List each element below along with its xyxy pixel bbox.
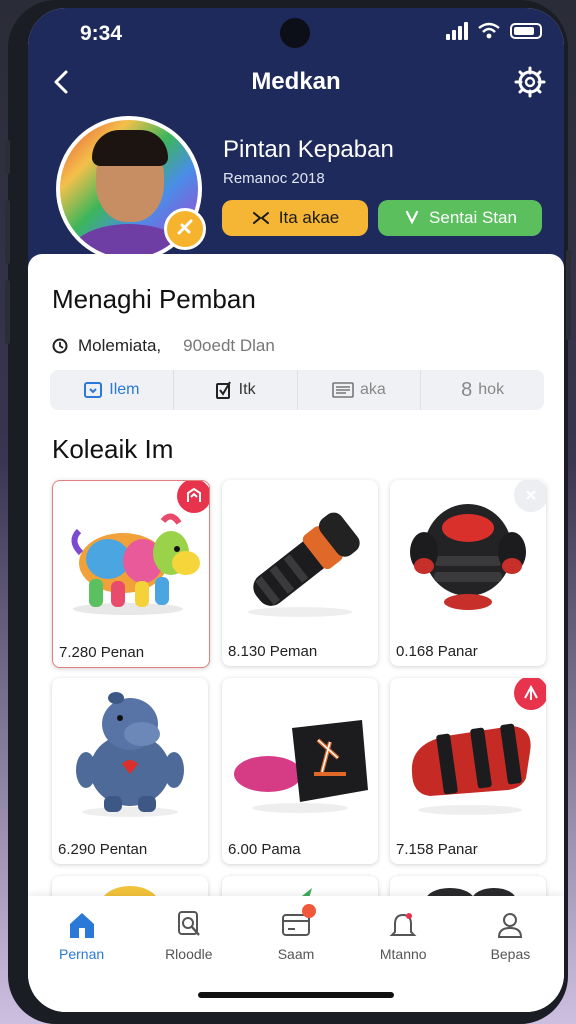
power-button bbox=[566, 250, 571, 340]
collection-card[interactable]: 0.168 Panar bbox=[390, 480, 546, 666]
tab-check-label: Itk bbox=[238, 381, 256, 398]
tab-card-label: Saam bbox=[277, 946, 315, 962]
volume-up-button bbox=[5, 200, 10, 264]
clock-icon bbox=[52, 338, 68, 354]
card-caption: 7.280 Penan bbox=[59, 644, 145, 661]
nav-bar: Medkan bbox=[28, 60, 564, 104]
check-icon bbox=[215, 381, 231, 399]
black-orange-toy-blaster-image bbox=[248, 512, 360, 617]
status-time: 9:34 bbox=[80, 22, 123, 45]
phone-frame: 9:34 Medkan Pintan Kepaban Remanoc 2018 … bbox=[5, 0, 571, 1024]
tab-list-label: aka bbox=[359, 381, 386, 398]
list-icon bbox=[332, 382, 354, 398]
profile-name: Pintan Kepaban bbox=[223, 136, 394, 163]
tab-list[interactable]: aka bbox=[298, 370, 422, 410]
volume-down-button bbox=[5, 280, 10, 344]
side-button bbox=[5, 140, 10, 174]
secondary-action-label: Sentai Stan bbox=[429, 208, 517, 227]
home-indicator[interactable] bbox=[198, 992, 394, 998]
section-meta: Molemiata, 90oedt Dlan bbox=[52, 336, 275, 356]
meta-right: 90oedt Dlan bbox=[183, 336, 275, 355]
alert-badge[interactable] bbox=[514, 678, 546, 710]
close-icon bbox=[526, 490, 536, 500]
link-icon bbox=[252, 212, 269, 224]
tab-search-label: Rloodle bbox=[165, 946, 213, 962]
wifi-icon bbox=[478, 22, 500, 39]
primary-action-label: Ita akae bbox=[278, 208, 340, 227]
up-arrow-icon bbox=[524, 684, 538, 700]
status-bar: 9:34 bbox=[28, 16, 564, 56]
gear-icon[interactable] bbox=[512, 64, 548, 100]
status-icons bbox=[446, 22, 542, 40]
screen: 9:34 Medkan Pintan Kepaban Remanoc 2018 … bbox=[28, 8, 564, 1012]
tab-home-label: Pernan bbox=[59, 946, 105, 962]
collection-title: Koleaik Im bbox=[52, 434, 174, 464]
tab-count-label: hok bbox=[478, 381, 505, 398]
card-caption: 7.158 Panar bbox=[396, 841, 478, 858]
segment-tabs: Ilem Itk aka 8 hok bbox=[50, 370, 544, 410]
home-icon bbox=[69, 913, 94, 938]
card-caption: 6.00 Pama bbox=[228, 841, 301, 858]
grid-icon bbox=[84, 382, 103, 398]
tab-notifications-label: Mtanno bbox=[379, 946, 427, 962]
tab-profile[interactable]: Bepas bbox=[457, 896, 564, 1012]
tab-count[interactable]: 8 hok bbox=[421, 370, 544, 410]
tab-profile-label: Bepas bbox=[490, 946, 531, 962]
bell-icon bbox=[389, 913, 417, 936]
tab-count-number: 8 bbox=[461, 378, 473, 401]
collection-card[interactable]: 6.290 Pentan bbox=[52, 678, 208, 864]
section-title: Menaghi Pemban bbox=[52, 284, 256, 314]
card-caption: 6.290 Pentan bbox=[58, 841, 148, 858]
collection-card[interactable]: 8.130 Peman bbox=[222, 480, 378, 666]
tab-home[interactable]: Pernan bbox=[28, 896, 135, 1012]
avatar-edit-badge[interactable] bbox=[164, 208, 206, 250]
card-caption: 0.168 Panar bbox=[396, 643, 478, 660]
pencil-icon bbox=[405, 210, 419, 225]
search-doc-icon bbox=[177, 911, 200, 936]
person-icon bbox=[498, 913, 523, 938]
tag-icon bbox=[187, 487, 201, 502]
collection-card[interactable]: 7.280 Penan bbox=[52, 480, 210, 668]
tab-items[interactable]: Ilem bbox=[50, 370, 174, 410]
primary-action-button[interactable]: Ita akae bbox=[222, 200, 368, 236]
battery-icon bbox=[510, 23, 542, 39]
profile-subtitle: Remanoc 2018 bbox=[223, 170, 325, 187]
page-title: Medkan bbox=[251, 68, 341, 95]
blue-hippo-plush-image bbox=[76, 692, 184, 817]
close-badge[interactable] bbox=[514, 480, 546, 512]
tab-items-label: Ilem bbox=[109, 381, 140, 398]
camera-notch bbox=[280, 18, 310, 48]
card-caption: 8.130 Peman bbox=[228, 643, 318, 660]
puzzle-icon bbox=[177, 219, 193, 235]
tab-check[interactable]: Itk bbox=[174, 370, 298, 410]
notification-dot bbox=[302, 904, 317, 918]
signal-icon bbox=[446, 22, 468, 40]
favorite-badge[interactable] bbox=[177, 481, 209, 513]
pink-black-glove-image bbox=[234, 720, 368, 813]
meta-left: Molemiata, bbox=[78, 336, 162, 355]
secondary-action-button[interactable]: Sentai Stan bbox=[378, 200, 542, 236]
collection-card[interactable]: 6.00 Pama bbox=[222, 678, 378, 864]
collection-card[interactable]: 7.158 Panar bbox=[390, 678, 546, 864]
